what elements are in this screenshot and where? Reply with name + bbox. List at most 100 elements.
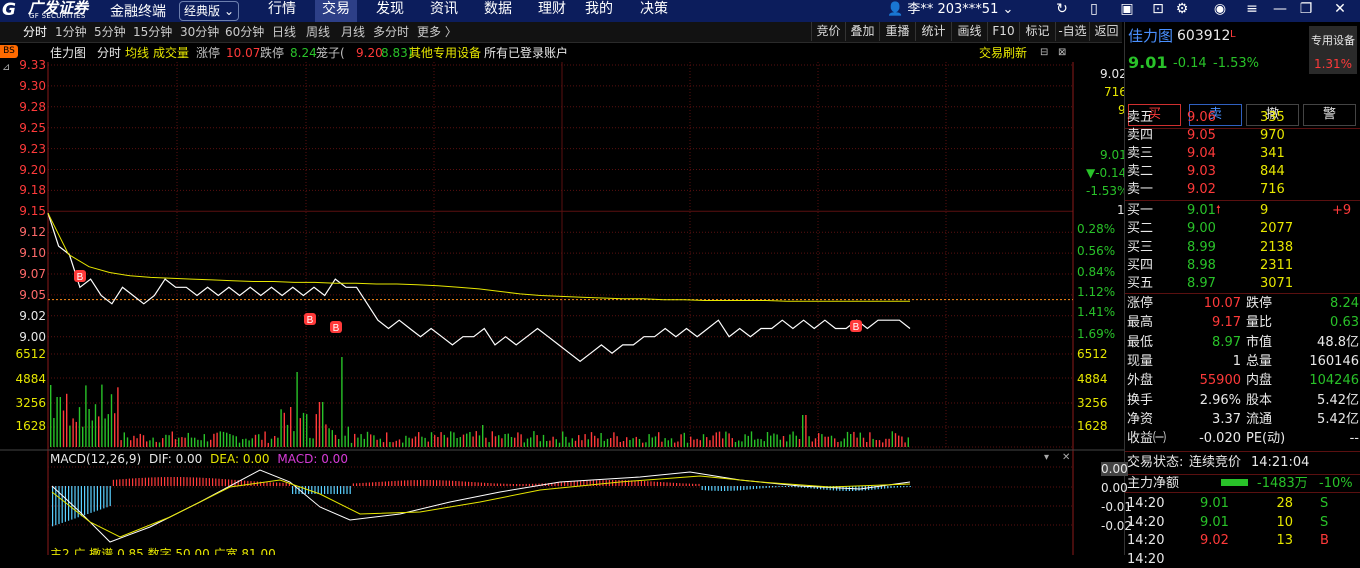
volume-bar (587, 439, 589, 447)
macd-bar (90, 486, 92, 513)
macd-bar (285, 482, 287, 486)
macd-dropdown-icon[interactable]: ▾ (1044, 452, 1049, 463)
period-tab-1[interactable]: 1分钟 (55, 22, 87, 42)
toolbar-button-0[interactable]: 竞价 (811, 22, 845, 41)
close-icon[interactable]: ✕ (1330, 0, 1350, 20)
macd-close-icon[interactable]: ✕ (1062, 452, 1070, 463)
top-nav-4[interactable]: 数据 (482, 0, 514, 22)
period-tab-3[interactable]: 15分钟 (133, 22, 172, 42)
period-tab-5[interactable]: 60分钟 (225, 22, 264, 42)
settings-icon[interactable]: ⚙ (1172, 0, 1192, 20)
info-device[interactable]: 其他专用设备 (409, 44, 481, 62)
lock-icon[interactable]: ⊡ (1148, 0, 1168, 20)
skin-icon[interactable]: ◉ (1210, 0, 1230, 20)
top-nav-0[interactable]: 行情 (266, 0, 298, 22)
info-avg-label[interactable]: 均线 (125, 44, 149, 62)
volume-bar (645, 442, 647, 447)
volume-bar (507, 433, 509, 447)
trade-refresh-button[interactable]: 交易刷新 (979, 44, 1027, 62)
macd-bar (388, 481, 390, 486)
toolbar-button-7[interactable]: -自选 (1055, 22, 1089, 41)
toolbar-button-2[interactable]: 重播 (879, 22, 915, 41)
info-cage-high: 8.83) (381, 46, 413, 60)
top-nav-2[interactable]: 发现 (374, 0, 406, 22)
top-nav-3[interactable]: 资讯 (428, 0, 460, 22)
toolbar-button-5[interactable]: F10 (987, 22, 1019, 41)
bs-badge[interactable]: BS (0, 45, 18, 58)
phone-icon[interactable]: ▯ (1084, 0, 1104, 20)
stat-value: 2.96% (1199, 392, 1241, 408)
user-menu[interactable]: 👤 李** 203***51 ⌄ (887, 0, 1013, 19)
toolbar-button-6[interactable]: 标记 (1019, 22, 1055, 41)
macd-bar (215, 478, 217, 486)
minimize-icon[interactable]: — (1270, 0, 1290, 20)
volume-bar (558, 442, 561, 447)
volume-axis-label-right: 6512 (1077, 347, 1108, 361)
macd-bar (103, 486, 105, 509)
period-tab-9[interactable]: 多分时 (373, 22, 409, 42)
volume-bar (152, 437, 154, 447)
volume-bar (456, 438, 458, 447)
tick-side: B (1320, 533, 1329, 548)
volume-bar (232, 435, 234, 447)
period-tab-8[interactable]: 月线 (341, 22, 365, 42)
period-tab-4[interactable]: 30分钟 (180, 22, 219, 42)
macd-bar (637, 480, 639, 486)
macd-bar (496, 483, 498, 486)
dea-value: 0.00 (242, 452, 270, 466)
top-nav-7[interactable]: 决策 (638, 0, 670, 22)
volume-axis-label-right: 1628 (1077, 419, 1108, 433)
panel-layout-icon[interactable]: ⊟ (1040, 44, 1048, 62)
macd-bar (650, 481, 652, 486)
macd-bar (730, 486, 732, 491)
period-tab-7[interactable]: 周线 (306, 22, 330, 42)
stat-value: 8.24 (1330, 296, 1359, 311)
macd-bar (900, 486, 902, 488)
clipboard-icon[interactable]: ▣ (1117, 0, 1137, 20)
intraday-chart[interactable]: B B B B (0, 62, 1124, 555)
macd-bar (615, 480, 617, 486)
volume-bar (469, 432, 471, 447)
period-tab-0[interactable]: 分时 (23, 22, 47, 42)
menu-icon[interactable]: ≡ (1242, 0, 1262, 20)
info-vol-label[interactable]: 成交量 (153, 44, 189, 62)
period-tab-10[interactable]: 更多 〉 (417, 22, 457, 42)
macd-bar (410, 480, 412, 486)
volume-bar (770, 435, 772, 447)
volume-bar (728, 433, 730, 447)
macd-bar (503, 483, 505, 486)
toolbar-button-4[interactable]: 画线 (951, 22, 987, 41)
buy-marker: B (330, 321, 342, 334)
volume-bar (299, 418, 301, 447)
volume-bar (875, 440, 877, 447)
edition-select[interactable]: 经典版 ⌄ (179, 1, 239, 21)
period-tab-6[interactable]: 日线 (272, 22, 296, 42)
buy-marker: B (304, 313, 316, 326)
macd-bar (512, 484, 514, 486)
volume-bar (779, 439, 781, 447)
top-nav-1[interactable]: 交易 (315, 0, 357, 22)
top-nav-6[interactable]: 我的 (583, 0, 615, 22)
toolbar-button-8[interactable]: 返回 (1089, 22, 1123, 41)
toolbar-button-1[interactable]: 叠加 (845, 22, 879, 41)
maximize-icon[interactable]: ❐ (1296, 0, 1316, 20)
macd-bar (269, 482, 271, 486)
volume-bar (315, 414, 317, 447)
macd-bar (493, 483, 495, 486)
volume-bar (261, 439, 263, 447)
info-limit-up: 10.07 (226, 46, 261, 60)
macd-bar (772, 486, 774, 488)
volume-bar (661, 441, 663, 447)
alert-button[interactable]: 警 (1303, 104, 1356, 126)
volume-bar (104, 418, 106, 447)
volume-bar (120, 440, 122, 447)
period-tab-2[interactable]: 5分钟 (94, 22, 126, 42)
panel-close-icon[interactable]: ⊠ (1058, 44, 1066, 62)
sub-indicator-line: 主2 广 撒谱 0.85 数字 50.00 广宽 81.00 (50, 547, 276, 555)
macd-bar (141, 477, 143, 486)
top-nav-5[interactable]: 理财 (536, 0, 568, 22)
refresh-icon[interactable]: ↻ (1052, 0, 1072, 20)
toolbar-button-3[interactable]: 统计 (915, 22, 951, 41)
pct-axis-label: 1.69% (1077, 327, 1116, 341)
volume-bar (136, 438, 138, 447)
